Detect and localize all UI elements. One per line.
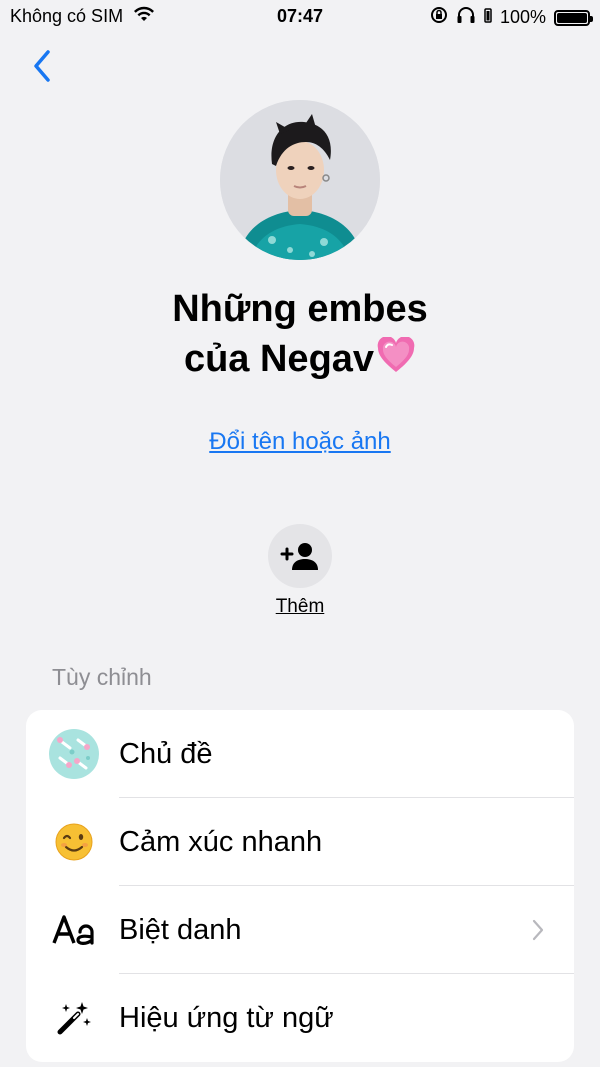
chevron-left-icon [34, 50, 50, 82]
winking-emoji-icon [48, 816, 100, 868]
chevron-right-icon [532, 919, 544, 941]
sparkling-heart-icon [376, 336, 416, 388]
aa-text-icon [48, 904, 100, 956]
settings-row-word-effects[interactable]: Hiệu ứng từ ngữ [26, 974, 574, 1062]
settings-row-label: Biệt danh [119, 913, 242, 946]
headphones-icon [456, 6, 476, 29]
battery-icon [554, 9, 593, 26]
settings-row-label: Chủ đề [119, 737, 213, 770]
magic-wand-icon [48, 992, 100, 1044]
group-name: Những embes của Negav [0, 284, 600, 388]
add-person-icon [280, 543, 318, 570]
add-member-button[interactable]: Thêm [250, 524, 350, 618]
theme-icon [48, 728, 100, 780]
battery-level [557, 12, 587, 23]
back-button[interactable] [22, 46, 62, 86]
rename-or-photo-link[interactable]: Đổi tên hoặc ảnh [0, 428, 600, 456]
avatar-photo [220, 100, 380, 260]
settings-row-theme[interactable]: Chủ đề [26, 710, 574, 798]
orientation-lock-icon [430, 6, 448, 29]
add-member-circle[interactable] [268, 524, 332, 588]
settings-row-label: Cảm xúc nhanh [119, 825, 323, 858]
battery-percent: 100% [499, 7, 546, 27]
status-right: 100% [430, 6, 593, 29]
settings-row-quick-reaction[interactable]: Cảm xúc nhanh [26, 798, 574, 886]
headphone-battery-icon [484, 7, 492, 28]
status-bar: Không có SIM 07:47 100% [0, 0, 600, 34]
group-avatar[interactable] [220, 100, 380, 260]
settings-row-label: Hiệu ứng từ ngữ [119, 1001, 334, 1034]
customize-section-title: Tùy chỉnh [52, 664, 152, 690]
group-name-line2: của Negav [0, 334, 600, 388]
group-name-line1: Những embes [172, 288, 428, 330]
group-name-line2-text: của Negav [183, 338, 375, 380]
add-member-label: Thêm [275, 596, 325, 617]
customize-card: Chủ đề Cảm xúc nhanh Biệt danh Hiệu ứng … [26, 710, 574, 1062]
settings-row-nicknames[interactable]: Biệt danh [26, 886, 574, 974]
